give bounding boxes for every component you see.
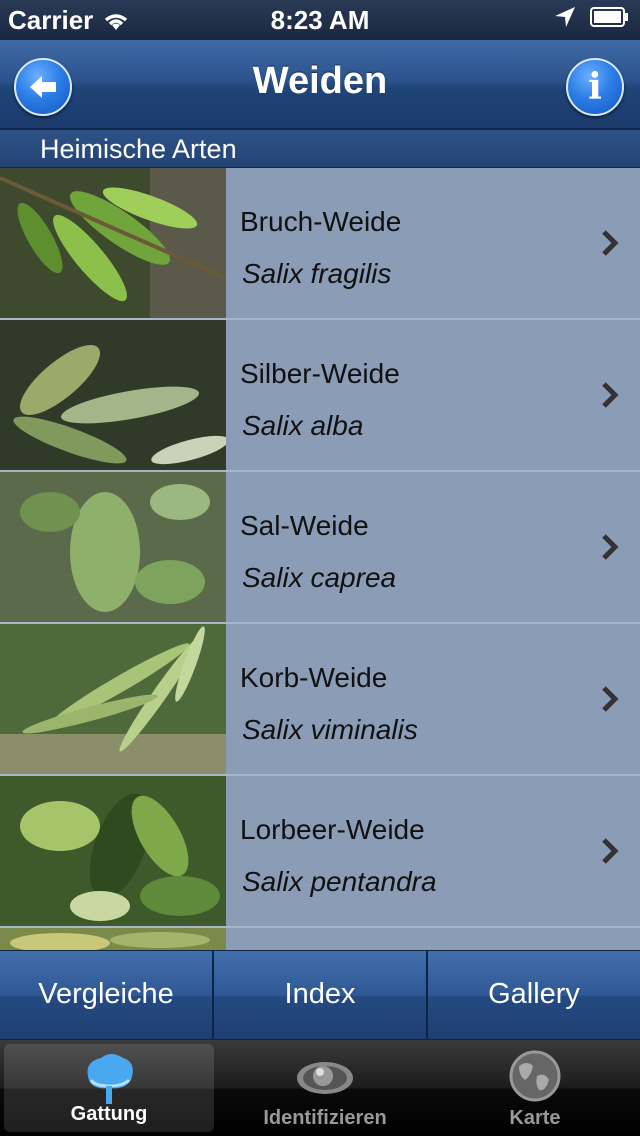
tab-label: Identifizieren [263,1107,387,1129]
species-list[interactable]: Bruch-Weide Salix fragilis Silber-Weide … [0,168,640,950]
species-latin-name: Salix viminalis [242,714,418,745]
species-latin-name: Salix alba [242,410,364,441]
info-icon: i [588,66,602,108]
species-photo [0,320,226,470]
species-photo [0,776,226,926]
info-button[interactable]: i [566,58,624,116]
globe-icon [509,1050,561,1102]
tab-identifizieren[interactable]: Identifizieren [220,1040,430,1136]
species-name: Bruch-Weide [240,206,402,237]
chevron-right-icon [602,686,619,712]
species-latin-name: Salix fragilis [242,258,392,289]
tree-icon [87,1054,133,1104]
index-button[interactable]: Index [214,951,428,1039]
status-time: 8:23 AM [270,5,370,35]
compare-button[interactable]: Vergleiche [0,951,214,1039]
chevron-right-icon [602,382,619,408]
status-right [554,6,630,28]
chevron-right-icon [602,838,619,864]
tab-karte[interactable]: Karte [430,1040,640,1136]
tab-label: Karte [509,1107,561,1129]
chevron-right-icon [602,534,619,560]
species-name: Sal-Weide [240,510,369,541]
list-item[interactable]: Lorbeer-Weide Salix pentandra [0,776,640,928]
species-photo [0,168,226,318]
list-item[interactable] [0,928,640,950]
navigation-bar: Weiden i [0,40,640,130]
eye-icon [297,1062,353,1094]
list-item[interactable]: Bruch-Weide Salix fragilis [0,168,640,320]
page-title: Weiden [252,60,388,102]
list-item[interactable]: Silber-Weide Salix alba [0,320,640,472]
tab-gattung[interactable]: Gattung [4,1044,214,1132]
gallery-button[interactable]: Gallery [428,951,640,1039]
tab-label: Gattung [70,1103,148,1125]
status-bar: Carrier 8:23 AM [0,0,640,40]
species-photo [0,472,226,622]
species-photo [0,928,226,950]
species-name: Silber-Weide [240,358,400,389]
tab-bar: Gattung Identifizieren Karte [0,1040,640,1136]
species-latin-name: Salix caprea [242,562,397,593]
segmented-control: Vergleiche Index Gallery [0,950,640,1040]
list-item[interactable]: Sal-Weide Salix caprea [0,472,640,624]
chevron-right-icon [602,230,619,256]
species-name: Korb-Weide [240,662,388,693]
battery-icon [590,7,628,27]
location-arrow-icon [555,7,575,27]
species-photo [0,624,226,774]
species-name: Lorbeer-Weide [240,814,425,845]
species-latin-name: Salix pentandra [242,866,437,897]
list-item[interactable]: Korb-Weide Salix viminalis [0,624,640,776]
section-header: Heimische Arten [0,130,640,168]
